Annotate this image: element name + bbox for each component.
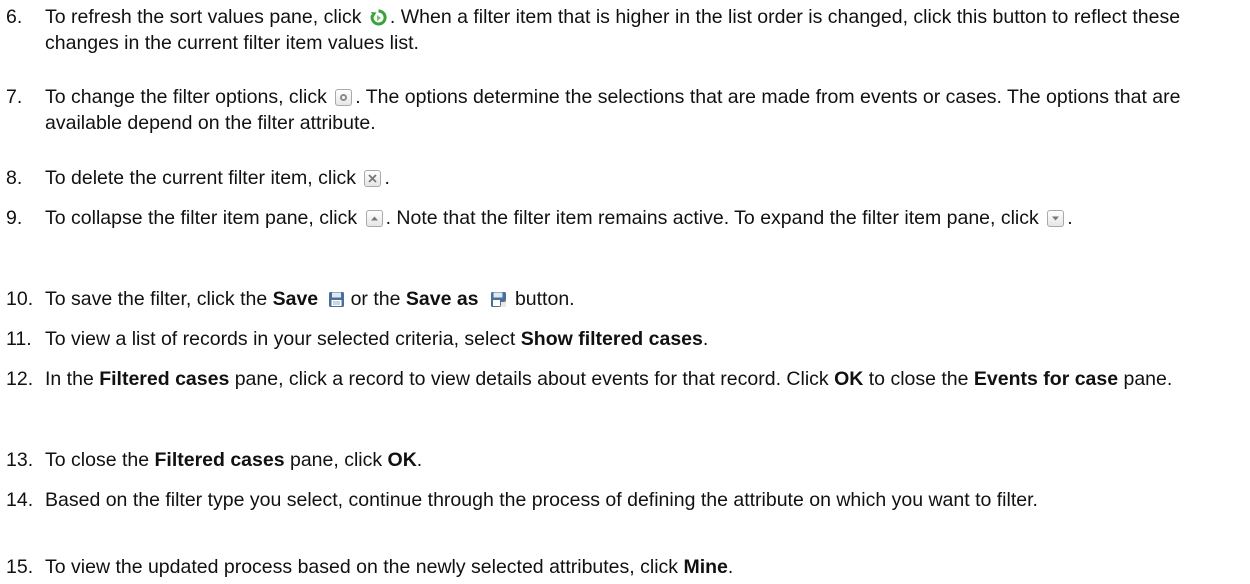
step-text: To refresh the sort values pane, click .… [45,6,1181,54]
save-as-icon [490,289,507,307]
step-text: To view the updated process based on the… [45,556,734,578]
step-number: 14. [6,489,34,511]
options-icon [335,89,353,106]
step-text: To change the filter options, click . Th… [45,86,1181,134]
step-text: To delete the current filter item, click… [45,167,390,189]
step-text: To view a list of records in your select… [45,328,709,350]
delete-icon [364,170,382,187]
step-number: 6. [6,6,23,28]
step-number: 13. [6,449,34,471]
instruction-document: 6. To refresh the sort values pane, clic… [0,0,1250,584]
save-as-label: Save as [405,288,479,310]
step-number: 10. [6,288,34,310]
collapse-icon [365,210,383,227]
refresh-icon [370,7,387,26]
save-label: Save [272,288,319,310]
step-number: 7. [6,86,23,108]
step-text: Based on the filter type you select, con… [45,489,1038,511]
step-number: 9. [6,207,23,229]
step-text: To save the filter, click the Save or th… [45,288,575,310]
expand-icon [1047,210,1065,227]
step-text: To close the Filtered cases pane, click … [45,449,423,471]
step-number: 15. [6,556,34,578]
step-number: 12. [6,368,34,390]
save-icon [328,289,345,307]
step-text: In the Filtered cases pane, click a reco… [45,368,1173,390]
step-number: 8. [6,167,23,189]
step-text: To collapse the filter item pane, click … [45,207,1073,229]
step-number: 11. [6,328,32,350]
